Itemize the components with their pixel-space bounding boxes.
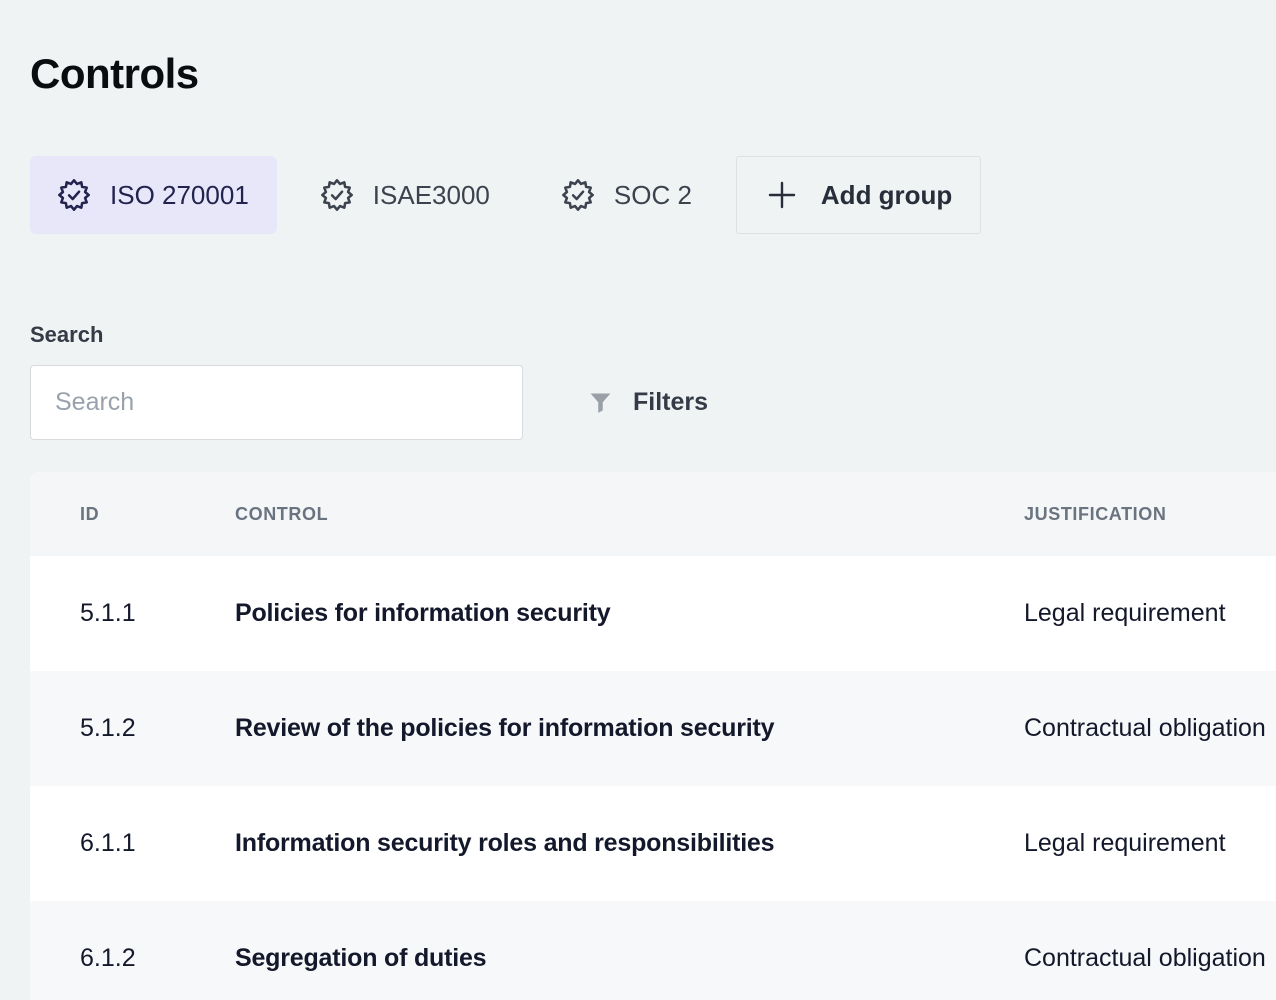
- tab-isae3000[interactable]: ISAE3000: [293, 156, 518, 234]
- filters-label: Filters: [633, 388, 708, 417]
- page-title: Controls: [30, 48, 1276, 100]
- table-header-row: ID CONTROL JUSTIFICATION: [30, 472, 1276, 556]
- badge-check-icon: [562, 179, 594, 211]
- filter-funnel-icon: [587, 388, 614, 418]
- cell-control: Segregation of duties: [235, 944, 1024, 973]
- column-header-justification: JUSTIFICATION: [1024, 504, 1276, 525]
- cell-id: 6.1.2: [30, 944, 235, 973]
- column-header-control: CONTROL: [235, 504, 1024, 525]
- controls-table: ID CONTROL JUSTIFICATION 5.1.1 Policies …: [30, 472, 1276, 1000]
- tab-soc-2[interactable]: SOC 2: [534, 156, 720, 234]
- cell-id: 5.1.1: [30, 599, 235, 628]
- tab-label: ISO 270001: [110, 180, 249, 211]
- table-row[interactable]: 6.1.2 Segregation of duties Contractual …: [30, 901, 1276, 1000]
- filters-button[interactable]: Filters: [587, 388, 708, 418]
- table-row[interactable]: 5.1.2 Review of the policies for informa…: [30, 671, 1276, 786]
- cell-control: Information security roles and responsib…: [235, 829, 1024, 858]
- search-input[interactable]: [30, 365, 523, 440]
- tab-label: SOC 2: [614, 180, 692, 211]
- add-group-label: Add group: [821, 180, 952, 211]
- badge-check-icon: [58, 179, 90, 211]
- column-header-id: ID: [30, 504, 235, 525]
- add-group-button[interactable]: Add group: [736, 156, 981, 234]
- group-tabs: ISO 270001 ISAE3000 SOC 2: [30, 156, 1276, 234]
- tab-label: ISAE3000: [373, 180, 490, 211]
- cell-id: 6.1.1: [30, 829, 235, 858]
- cell-justification: Legal requirement: [1024, 829, 1276, 858]
- cell-control: Policies for information security: [235, 599, 1024, 628]
- cell-control: Review of the policies for information s…: [235, 714, 1024, 743]
- plus-icon: [765, 178, 799, 212]
- cell-justification: Contractual obligation: [1024, 944, 1276, 973]
- cell-id: 5.1.2: [30, 714, 235, 743]
- badge-check-icon: [321, 179, 353, 211]
- table-row[interactable]: 5.1.1 Policies for information security …: [30, 556, 1276, 671]
- cell-justification: Legal requirement: [1024, 599, 1276, 628]
- search-label: Search: [30, 322, 1276, 348]
- controls-page: Controls ISO 270001 ISAE3000: [0, 48, 1276, 1000]
- cell-justification: Contractual obligation: [1024, 714, 1276, 743]
- tab-iso-270001[interactable]: ISO 270001: [30, 156, 277, 234]
- table-row[interactable]: 6.1.1 Information security roles and res…: [30, 786, 1276, 901]
- search-row: Filters: [30, 365, 1276, 440]
